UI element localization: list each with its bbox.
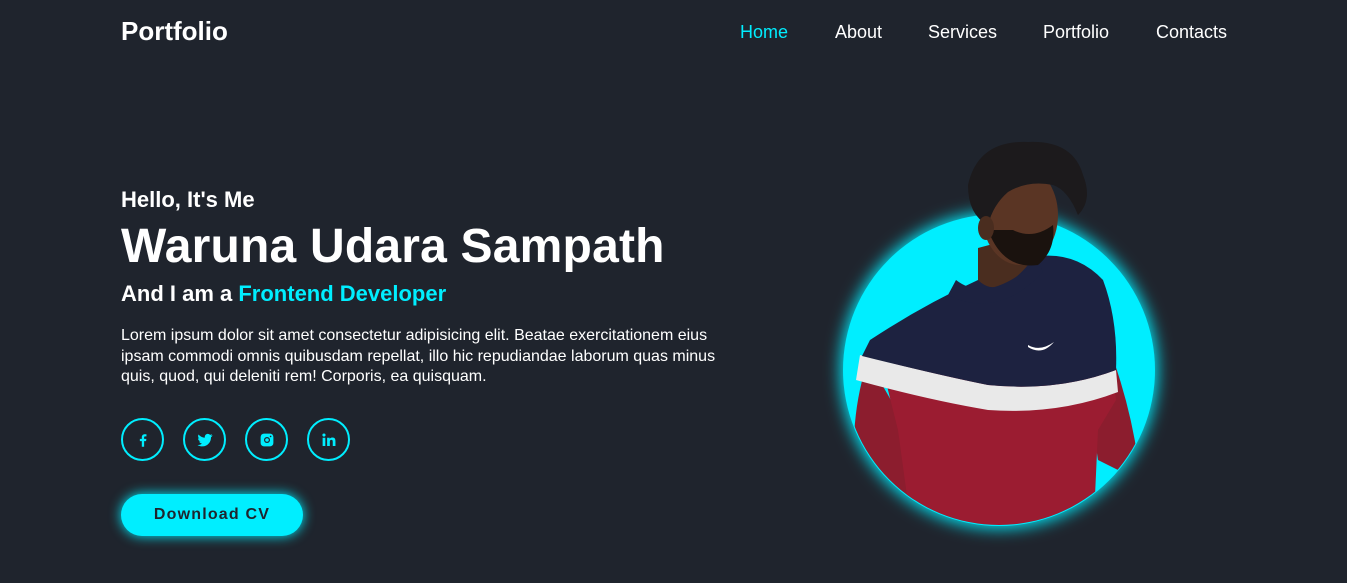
twitter-link[interactable]	[183, 418, 226, 461]
profile-illustration	[841, 141, 1157, 528]
site-header: Portfolio Home About Services Portfolio …	[0, 0, 1347, 64]
nav-services[interactable]: Services	[928, 22, 997, 43]
hero-role: And I am a Frontend Developer	[121, 280, 761, 308]
download-cv-button[interactable]: Download CV	[121, 494, 303, 536]
role-prefix: And I am a	[121, 281, 239, 306]
hero-description: Lorem ipsum dolor sit amet consectetur a…	[121, 327, 716, 385]
nav-about[interactable]: About	[835, 22, 882, 43]
instagram-link[interactable]	[245, 418, 288, 461]
nav-home[interactable]: Home	[740, 22, 788, 43]
facebook-link[interactable]	[121, 418, 164, 461]
hero-content: Hello, It's Me Waruna Udara Sampath And …	[121, 186, 761, 388]
role-highlight: Frontend Developer	[238, 281, 447, 306]
main-nav: Home About Services Portfolio Contacts	[0, 22, 1347, 46]
social-links	[121, 418, 361, 462]
profile-image	[828, 130, 1178, 540]
twitter-icon	[196, 431, 214, 449]
linkedin-link[interactable]	[307, 418, 350, 461]
nav-contacts[interactable]: Contacts	[1156, 22, 1227, 43]
linkedin-icon	[320, 431, 338, 449]
hero-greeting: Hello, It's Me	[121, 187, 255, 212]
nav-portfolio[interactable]: Portfolio	[1043, 22, 1109, 43]
hero-name: Waruna Udara Sampath	[121, 220, 665, 273]
instagram-icon	[258, 431, 276, 449]
facebook-icon	[134, 431, 152, 449]
